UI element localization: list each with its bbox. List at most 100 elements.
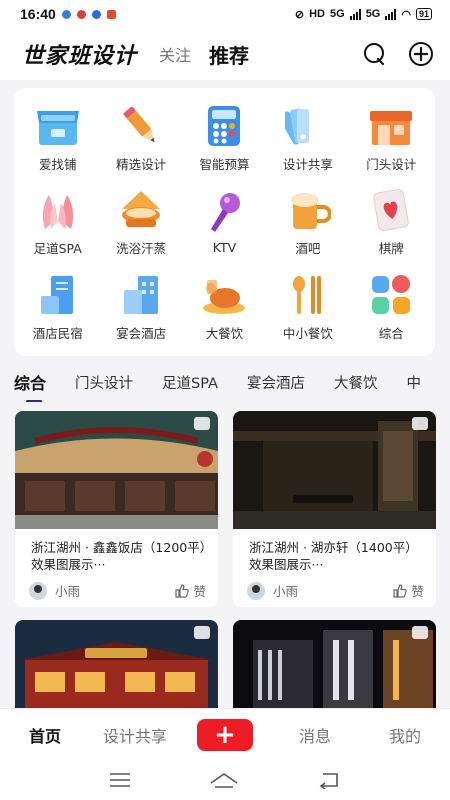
spa-hands-icon xyxy=(34,188,82,232)
category-label: 精选设计 xyxy=(116,156,167,172)
filter-tab-banquet[interactable]: 宴会酒店 xyxy=(247,372,305,393)
battery-indicator: 91 xyxy=(415,8,432,20)
signal-icon xyxy=(349,8,361,20)
category-chess-cards[interactable]: 棋牌 xyxy=(350,181,433,266)
like-button[interactable]: 赞 xyxy=(393,581,424,600)
back-icon[interactable] xyxy=(317,771,341,789)
chat-icon[interactable] xyxy=(362,42,386,66)
category-label: 宴会酒店 xyxy=(116,326,167,342)
category-label: 足道SPA xyxy=(33,241,82,257)
roast-chicken-icon xyxy=(200,273,248,317)
avatar[interactable] xyxy=(247,581,265,600)
category-storefront-design[interactable]: 门头设计 xyxy=(350,96,433,181)
category-label: 棋牌 xyxy=(378,241,404,257)
category-label: 爱找铺 xyxy=(38,156,77,172)
category-label: 设计共享 xyxy=(282,156,333,172)
category-foot-spa[interactable]: 足道SPA xyxy=(16,181,99,266)
feed-card-title: 浙江湖州 · 鑫鑫饭店（1200平）效果图展示··· xyxy=(31,540,206,572)
filter-tab-spa[interactable]: 足道SPA xyxy=(162,372,218,393)
category-design-share[interactable]: 设计共享 xyxy=(266,96,349,181)
storefront-icon xyxy=(367,104,415,148)
gallery-icon xyxy=(412,417,428,430)
category-comprehensive[interactable]: 综合 xyxy=(350,265,433,350)
wifi-icon: ◠ xyxy=(401,8,411,21)
network-5g-1: 5G xyxy=(330,8,345,20)
building-icon xyxy=(117,273,165,317)
feed-card[interactable] xyxy=(15,620,218,710)
category-label: 智能预算 xyxy=(199,156,250,172)
gallery-icon xyxy=(194,626,210,639)
beer-icon xyxy=(284,188,332,232)
grid-icon xyxy=(367,273,415,317)
status-bar: 16:40 ⊘ HD 5G 5G ◠ 91 xyxy=(0,0,450,28)
feed-card[interactable]: 浙江湖州 · 鑫鑫饭店（1200平）效果图展示··· 小雨 赞 xyxy=(15,411,218,607)
network-hd: HD xyxy=(309,8,325,20)
tab-home[interactable]: 首页 xyxy=(0,723,90,747)
category-grid: 爱找铺 精选设计 智能预算 设计共享 门头设计 足道SPA 洗浴汗蒸 KTV 酒… xyxy=(14,88,435,356)
location-icon xyxy=(76,9,86,19)
cutlery-icon xyxy=(284,273,332,317)
category-label: 综合 xyxy=(378,326,404,342)
menu-icon[interactable] xyxy=(109,772,131,788)
filter-tab-comprehensive[interactable]: 综合 xyxy=(14,370,46,402)
status-time: 16:40 xyxy=(20,6,56,22)
category-small-dining[interactable]: 中小餐饮 xyxy=(266,265,349,350)
feed-card-image xyxy=(15,620,218,710)
plus-icon: + xyxy=(197,718,253,751)
category-banquet-hotel[interactable]: 宴会酒店 xyxy=(99,265,182,350)
tab-messages[interactable]: 消息 xyxy=(270,723,360,747)
category-shop[interactable]: 爱找铺 xyxy=(16,96,99,181)
hotel-icon xyxy=(34,273,82,317)
category-bath-sauna[interactable]: 洗浴汗蒸 xyxy=(99,181,182,266)
network-5g-2: 5G xyxy=(365,8,381,20)
thumb-up-icon xyxy=(393,583,408,598)
category-label: KTV xyxy=(212,240,237,256)
weather-icon xyxy=(61,9,71,19)
app-badge-icon xyxy=(106,9,116,19)
app-header: 世家班设计 关注 推荐 xyxy=(0,28,450,80)
category-label: 酒店民宿 xyxy=(32,326,83,342)
app-logo: 世家班设计 xyxy=(22,43,138,69)
card-icon xyxy=(367,188,415,232)
author-name[interactable]: 小雨 xyxy=(55,581,80,600)
microphone-icon xyxy=(200,190,248,234)
gallery-icon xyxy=(412,626,428,639)
category-hotel[interactable]: 酒店民宿 xyxy=(16,265,99,350)
filter-tabs: 综合 门头设计 足道SPA 宴会酒店 大餐饮 中 xyxy=(0,362,450,402)
category-smart-budget[interactable]: 智能预算 xyxy=(183,96,266,181)
category-label: 门头设计 xyxy=(366,156,417,172)
filter-tab-storefront[interactable]: 门头设计 xyxy=(75,372,133,393)
system-nav-bar xyxy=(0,760,450,800)
category-label: 中小餐饮 xyxy=(282,326,333,342)
like-label: 赞 xyxy=(411,584,424,599)
signal-icon-2 xyxy=(385,8,397,20)
tab-follow[interactable]: 关注 xyxy=(159,42,191,66)
like-button[interactable]: 赞 xyxy=(175,581,206,600)
filter-tab-big-dining[interactable]: 大餐饮 xyxy=(334,372,378,393)
category-featured-design[interactable]: 精选设计 xyxy=(99,96,182,181)
publish-button[interactable]: + xyxy=(180,718,270,751)
category-bar[interactable]: 酒吧 xyxy=(266,181,349,266)
swatch-icon xyxy=(284,104,332,148)
app-notification-icon xyxy=(91,9,101,19)
tab-design-share[interactable]: 设计共享 xyxy=(90,723,180,747)
feed-card[interactable]: 浙江湖州 · 湖亦轩（1400平）效果图展示··· 小雨 赞 xyxy=(233,411,436,607)
category-label: 酒吧 xyxy=(295,241,321,257)
shop-icon xyxy=(34,104,82,148)
feed-card-image xyxy=(233,411,436,529)
category-label: 洗浴汗蒸 xyxy=(116,241,167,257)
category-label: 大餐饮 xyxy=(205,326,244,342)
feed-card-title: 浙江湖州 · 湖亦轩（1400平）效果图展示··· xyxy=(249,540,418,572)
like-label: 赞 xyxy=(193,584,206,599)
feed-card[interactable] xyxy=(233,620,436,710)
feed-card-image xyxy=(233,620,436,710)
category-ktv[interactable]: KTV xyxy=(183,181,266,266)
avatar[interactable] xyxy=(29,581,47,600)
author-name[interactable]: 小雨 xyxy=(273,581,298,600)
tab-recommend[interactable]: 推荐 xyxy=(209,40,249,69)
home-icon[interactable] xyxy=(209,771,239,789)
filter-tab-more[interactable]: 中 xyxy=(406,372,421,393)
plus-circle-icon[interactable] xyxy=(408,41,434,67)
tab-mine[interactable]: 我的 xyxy=(360,723,450,747)
category-big-dining[interactable]: 大餐饮 xyxy=(183,265,266,350)
